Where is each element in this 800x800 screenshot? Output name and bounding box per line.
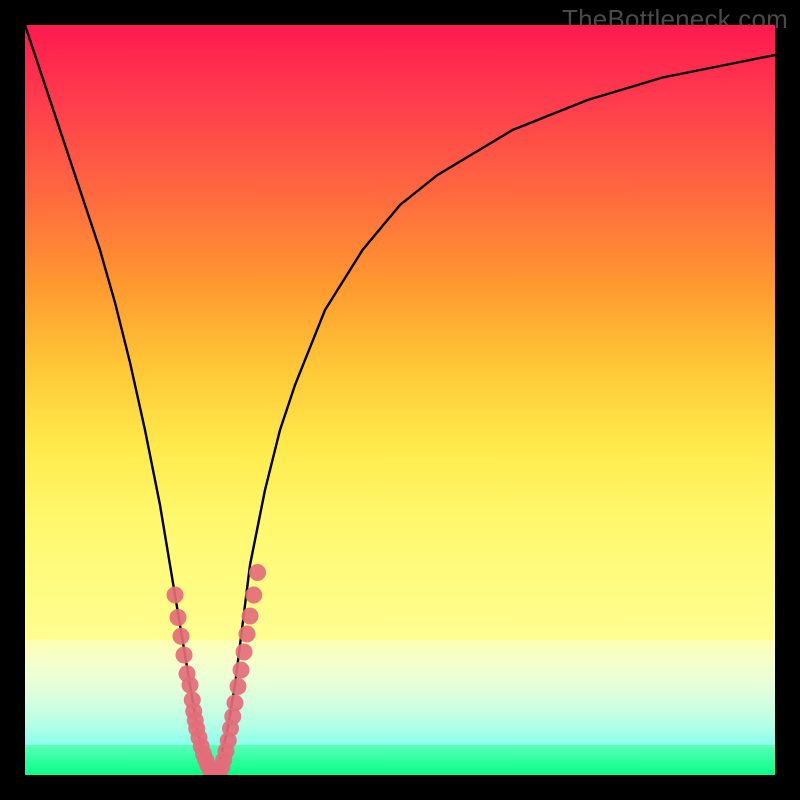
plot-area — [25, 25, 775, 775]
marker-point — [245, 587, 262, 604]
marker-point — [170, 609, 187, 626]
marker-point — [182, 677, 199, 694]
marker-point — [236, 644, 253, 661]
marker-point — [167, 587, 184, 604]
marker-point — [176, 647, 193, 664]
marker-point — [233, 662, 250, 679]
bottleneck-curve-path — [25, 25, 775, 775]
curve-layer — [25, 25, 775, 775]
marker-point — [173, 628, 190, 645]
marker-point — [230, 678, 247, 695]
marker-point — [249, 564, 266, 581]
marker-point — [227, 695, 244, 712]
highlight-markers — [167, 564, 267, 775]
chart-frame: TheBottleneck.com — [0, 0, 800, 800]
marker-point — [239, 626, 256, 643]
marker-point — [242, 608, 259, 625]
